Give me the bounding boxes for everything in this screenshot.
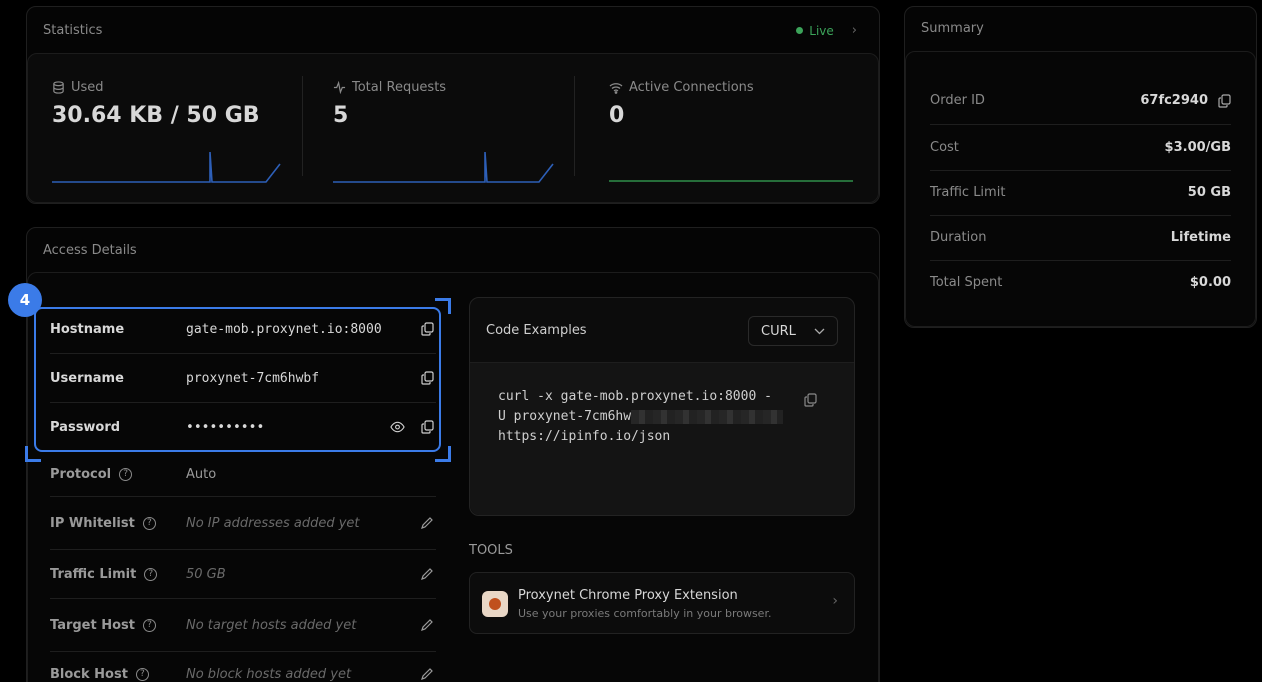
- step-badge: 4: [8, 283, 42, 317]
- stat-total-requests-value: 5: [333, 103, 349, 128]
- code-examples-panel: Code Examples CURL curl -x gate-mob.prox…: [469, 297, 855, 516]
- live-label: Live: [809, 23, 834, 38]
- stat-used-value: 30.64 KB / 50 GB: [52, 103, 260, 128]
- stat-active-connections-value: 0: [609, 103, 625, 128]
- access-details-title: Access Details: [43, 243, 137, 258]
- stat-divider: [574, 76, 575, 176]
- stat-active-connections: Active Connections 0: [609, 54, 855, 202]
- stat-total-requests-label: Total Requests: [352, 80, 447, 95]
- requests-sparkline: [333, 152, 554, 183]
- password-value: ••••••••••: [186, 419, 265, 435]
- connections-sparkline: [609, 180, 853, 182]
- activity-icon: [333, 81, 346, 94]
- highlight-corner: [435, 446, 451, 462]
- stat-total-requests: Total Requests 5: [333, 54, 555, 202]
- code-block: curl -x gate-mob.proxynet.io:8000 - U pr…: [470, 362, 854, 515]
- live-indicator[interactable]: Live ›: [796, 23, 857, 38]
- ip-whitelist-label: IP Whitelist: [50, 515, 135, 531]
- target-host-label: Target Host: [50, 617, 136, 633]
- block-host-label: Block Host: [50, 666, 128, 682]
- traffic-limit-row: Traffic Limit? 50 GB: [50, 564, 440, 584]
- copy-icon[interactable]: [804, 393, 817, 407]
- summary-row-duration: Duration Lifetime: [930, 230, 1231, 245]
- target-host-row: Target Host? No target hosts added yet: [50, 615, 440, 635]
- statistics-title: Statistics: [43, 23, 103, 38]
- redacted-password-blur: [631, 409, 784, 424]
- summary-row-cost: Cost $3.00/GB: [930, 140, 1231, 155]
- code-examples-title: Code Examples: [486, 323, 587, 338]
- block-host-row: Block Host? No block hosts added yet: [50, 664, 440, 682]
- username-label: Username: [50, 370, 124, 386]
- used-sparkline: [52, 152, 281, 183]
- code-line-1: curl -x gate-mob.proxynet.io:8000 -: [498, 389, 772, 404]
- statistics-panel: Used 30.64 KB / 50 GB Total Requests 5 A…: [27, 53, 879, 203]
- tool-subtitle: Use your proxies comfortably in your bro…: [518, 607, 772, 620]
- ip-whitelist-value: No IP addresses added yet: [186, 515, 360, 531]
- block-host-value: No block hosts added yet: [186, 666, 352, 682]
- copy-icon[interactable]: [1218, 93, 1231, 108]
- copy-icon[interactable]: [421, 371, 434, 385]
- username-row: Username proxynet-7cm6hwbf: [50, 368, 440, 388]
- help-icon[interactable]: ?: [119, 467, 133, 481]
- language-select[interactable]: CURL: [748, 316, 838, 346]
- database-icon: [53, 81, 64, 94]
- target-host-value: No target hosts added yet: [186, 617, 357, 633]
- password-label: Password: [50, 419, 121, 435]
- summary-title: Summary: [921, 21, 984, 36]
- tool-title: Proxynet Chrome Proxy Extension: [518, 588, 738, 603]
- code-line-2: U proxynet-7cm6hw: [498, 409, 784, 424]
- order-id-value: 67fc2940: [1140, 93, 1208, 108]
- password-row: Password ••••••••••: [50, 417, 440, 437]
- language-select-value: CURL: [761, 323, 796, 339]
- copy-icon[interactable]: [421, 420, 434, 434]
- hostname-label: Hostname: [50, 321, 125, 337]
- hostname-value: gate-mob.proxynet.io:8000: [186, 321, 382, 337]
- protocol-row: Protocol? Auto: [50, 464, 440, 484]
- chrome-extension-tool[interactable]: Proxynet Chrome Proxy Extension Use your…: [469, 572, 855, 634]
- live-dot-icon: [796, 27, 804, 34]
- stat-used: Used 30.64 KB / 50 GB: [52, 54, 282, 202]
- highlight-corner: [435, 298, 451, 314]
- divider: [50, 353, 436, 354]
- username-value: proxynet-7cm6hwbf: [186, 370, 320, 386]
- protocol-label: Protocol: [50, 466, 112, 482]
- summary-row-traffic-limit: Traffic Limit 50 GB: [930, 185, 1231, 200]
- help-icon[interactable]: ?: [143, 618, 157, 632]
- tools-title: TOOLS: [469, 543, 513, 558]
- highlight-corner: [25, 446, 41, 462]
- divider: [50, 598, 436, 599]
- wifi-icon: [609, 83, 623, 94]
- pencil-icon[interactable]: [420, 567, 434, 581]
- pencil-icon[interactable]: [420, 667, 434, 681]
- pencil-icon[interactable]: [420, 516, 434, 530]
- stat-active-connections-label: Active Connections: [629, 80, 754, 95]
- chevron-down-icon: [814, 328, 825, 334]
- divider: [50, 402, 436, 403]
- traffic-limit-label: Traffic Limit: [50, 566, 137, 582]
- summary-panel: Order ID 67fc2940 Cost $3.00/GB Traffic …: [905, 51, 1256, 327]
- chrome-extension-icon: [482, 591, 508, 617]
- hostname-row: Hostname gate-mob.proxynet.io:8000: [50, 319, 440, 339]
- protocol-value: Auto: [186, 466, 217, 482]
- summary-row-total-spent: Total Spent $0.00: [930, 275, 1231, 290]
- chevron-right-icon: ›: [832, 593, 838, 609]
- chevron-right-icon[interactable]: ›: [852, 23, 857, 38]
- pencil-icon[interactable]: [420, 618, 434, 632]
- code-line-3: https://ipinfo.io/json: [498, 429, 671, 444]
- eye-icon[interactable]: [390, 421, 405, 433]
- divider: [50, 651, 436, 652]
- ip-whitelist-row: IP Whitelist? No IP addresses added yet: [50, 513, 440, 533]
- help-icon[interactable]: ?: [144, 567, 158, 581]
- divider: [50, 549, 436, 550]
- help-icon[interactable]: ?: [135, 667, 149, 681]
- stat-used-label: Used: [71, 80, 104, 95]
- divider: [50, 496, 436, 497]
- summary-card: Summary Order ID 67fc2940 Cost $3.00/GB …: [904, 6, 1257, 328]
- copy-icon[interactable]: [421, 322, 434, 336]
- help-icon[interactable]: ?: [142, 516, 156, 530]
- summary-row-order-id: Order ID 67fc2940: [930, 78, 1231, 123]
- traffic-limit-value: 50 GB: [186, 566, 226, 582]
- stat-divider: [302, 76, 303, 176]
- statistics-card: Statistics Live › Used 30.64 KB / 50 GB …: [26, 6, 880, 204]
